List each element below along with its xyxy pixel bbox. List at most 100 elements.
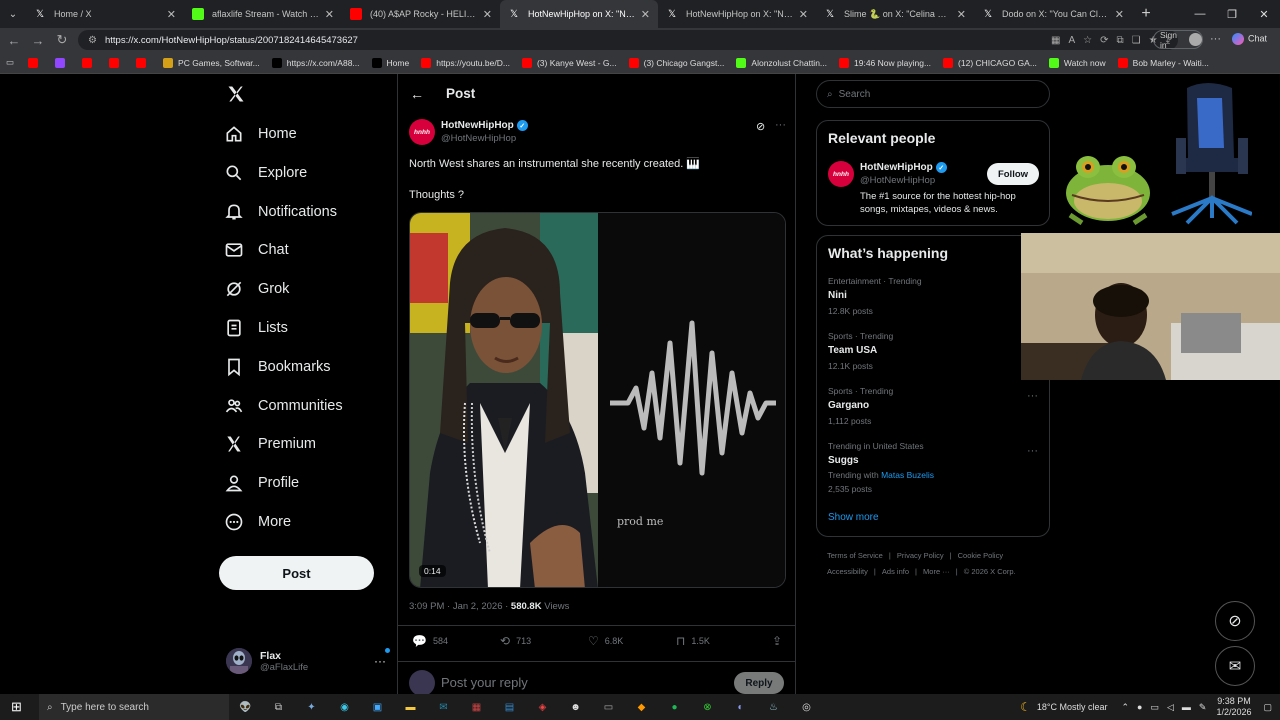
app-icon-2[interactable]: ▤ bbox=[493, 694, 526, 720]
bookmarks-menu-icon[interactable]: ▭ bbox=[6, 57, 14, 68]
back-button[interactable]: ← bbox=[2, 28, 26, 52]
browser-tab[interactable]: aflaxlife Stream - Watch Live on Kick ✕ bbox=[184, 0, 342, 28]
forward-button[interactable]: → bbox=[26, 28, 50, 52]
footer-link[interactable]: Ads info bbox=[882, 567, 909, 576]
grok-explain-icon[interactable]: ⊘ bbox=[756, 120, 765, 133]
taskbar-search[interactable]: ⌕ Type here to search bbox=[39, 694, 229, 720]
xbox-icon[interactable]: ⊗ bbox=[691, 694, 724, 720]
browser-tab[interactable]: 𝕏 Dodo on X: "You Can Clearly Tell T ✕ bbox=[974, 0, 1132, 28]
nav-item-more[interactable]: More bbox=[224, 512, 291, 532]
post-button[interactable]: Post bbox=[219, 556, 374, 590]
file-explorer-icon[interactable]: ▬ bbox=[394, 694, 427, 720]
app-icon-3[interactable]: ◈ bbox=[526, 694, 559, 720]
nav-item-notifications[interactable]: Notifications bbox=[224, 202, 337, 222]
battery-icon[interactable]: ▬ bbox=[1182, 702, 1191, 712]
bookmark-item[interactable]: https://youtu.be/D... bbox=[421, 57, 510, 68]
author-name-row[interactable]: HotNewHipHop ✓ bbox=[441, 120, 528, 131]
bookmark-item[interactable] bbox=[136, 57, 151, 68]
account-switcher[interactable]: Flax @aFlaxLife ··· bbox=[226, 646, 390, 676]
copilot-icon[interactable]: ✦ bbox=[295, 694, 328, 720]
task-view-icon[interactable]: ⧉ bbox=[262, 694, 295, 720]
nav-item-bookmarks[interactable]: Bookmarks bbox=[224, 357, 331, 377]
trending-with-link[interactable]: Matas Buzelis bbox=[881, 470, 934, 480]
close-tab-icon[interactable]: ✕ bbox=[167, 8, 176, 21]
post-video[interactable]: prod me 0:14 bbox=[409, 212, 786, 588]
bookmark-item[interactable] bbox=[82, 57, 97, 68]
extensions-icon[interactable]: ⧉ bbox=[1117, 35, 1124, 46]
app-icon-6[interactable]: ◆ bbox=[625, 694, 658, 720]
follow-button[interactable]: Follow bbox=[987, 163, 1039, 185]
refresh-page-icon[interactable]: ⟳ bbox=[1100, 35, 1108, 46]
nav-item-chat[interactable]: Chat bbox=[224, 240, 289, 260]
weather-text[interactable]: 18°C Mostly clear bbox=[1037, 702, 1108, 712]
author-avatar[interactable]: hnhh bbox=[409, 119, 435, 145]
account-more-icon[interactable]: ··· bbox=[374, 648, 390, 668]
footer-link[interactable]: Privacy Policy bbox=[897, 551, 944, 560]
maximize-button[interactable]: ❐ bbox=[1216, 0, 1248, 28]
browser-tab[interactable]: (40) A$AP Rocky - HELICOPTER ✕ bbox=[342, 0, 500, 28]
app-icon-5[interactable]: ▭ bbox=[592, 694, 625, 720]
nav-item-grok[interactable]: Grok bbox=[224, 279, 289, 299]
notifications-icon[interactable]: ▢ bbox=[1263, 702, 1272, 713]
close-tab-icon[interactable]: ✕ bbox=[325, 8, 334, 21]
search-input[interactable]: ⌕ Search bbox=[816, 80, 1050, 108]
read-aloud-icon[interactable]: A bbox=[1068, 35, 1075, 46]
messages-float-button[interactable]: ✉ bbox=[1215, 646, 1255, 686]
like-action[interactable]: ♡ 6.8K bbox=[588, 634, 676, 648]
bookmark-item[interactable]: Watch now bbox=[1048, 57, 1106, 68]
browser-menu-icon[interactable]: ··· bbox=[1210, 33, 1221, 45]
site-info-icon[interactable]: ⚙ bbox=[88, 35, 97, 46]
reply-action[interactable]: 💬 584 bbox=[412, 634, 500, 648]
show-more-link[interactable]: Show more bbox=[828, 512, 879, 523]
nav-item-communities[interactable]: Communities bbox=[224, 396, 343, 416]
tab-search-icon[interactable]: ⌄ bbox=[0, 0, 26, 28]
close-tab-icon[interactable]: ✕ bbox=[483, 8, 492, 21]
pen-icon[interactable]: ✎ bbox=[1199, 702, 1207, 713]
browser-tab[interactable]: 𝕏 Slime 🐍 on X: "Celina Powell EXP ✕ bbox=[816, 0, 974, 28]
nav-item-home[interactable]: Home bbox=[224, 124, 297, 144]
app-icon[interactable]: ▦ bbox=[460, 694, 493, 720]
bookmark-item[interactable]: Home bbox=[371, 57, 409, 68]
minimize-button[interactable]: — bbox=[1184, 0, 1216, 28]
x-logo-icon[interactable] bbox=[226, 84, 246, 109]
footer-link[interactable]: Terms of Service bbox=[827, 551, 883, 560]
post-more-icon[interactable]: ··· bbox=[775, 119, 786, 131]
trend-more-icon[interactable]: ··· bbox=[1027, 390, 1038, 402]
bookmark-item[interactable] bbox=[28, 57, 43, 68]
bookmark-item[interactable] bbox=[109, 57, 124, 68]
person-name-row[interactable]: HotNewHipHop ✓ bbox=[860, 162, 947, 173]
post-timestamp[interactable]: 3:09 PM · Jan 2, 2026 · bbox=[409, 601, 511, 612]
close-tab-icon[interactable]: ✕ bbox=[641, 8, 650, 21]
close-tab-icon[interactable]: ✕ bbox=[957, 8, 966, 21]
close-tab-icon[interactable]: ✕ bbox=[799, 8, 808, 21]
alien-app-icon[interactable]: 👽 bbox=[229, 694, 262, 720]
obs-icon[interactable]: ◎ bbox=[790, 694, 823, 720]
store-icon[interactable]: ▣ bbox=[361, 694, 394, 720]
browser-tab[interactable]: 𝕏 HotNewHipHop on X: "North West ✕ bbox=[658, 0, 816, 28]
outlook-icon[interactable]: ✉ bbox=[427, 694, 460, 720]
discord-icon[interactable]: ◐ bbox=[724, 694, 757, 720]
footer-link[interactable]: More ··· bbox=[923, 567, 950, 576]
new-tab-button[interactable]: + bbox=[1132, 5, 1160, 23]
sign-in-button[interactable]: Sign in bbox=[1153, 30, 1203, 50]
grok-float-button[interactable]: ⊘ bbox=[1215, 601, 1255, 641]
trend-more-icon[interactable]: ··· bbox=[1027, 445, 1038, 457]
nav-item-profile[interactable]: Profile bbox=[224, 473, 299, 493]
close-tab-icon[interactable]: ✕ bbox=[1115, 8, 1124, 21]
bookmark-item[interactable] bbox=[55, 57, 70, 68]
spotify-icon[interactable]: ● bbox=[658, 694, 691, 720]
mic-icon[interactable]: ● bbox=[1137, 702, 1142, 712]
volume-icon[interactable]: ◁ bbox=[1167, 702, 1174, 713]
reply-button[interactable]: Reply bbox=[734, 672, 784, 694]
url-bar[interactable]: ⚙ https://x.com/HotNewHipHop/status/2007… bbox=[78, 30, 1178, 50]
back-arrow-icon[interactable]: ← bbox=[410, 86, 424, 102]
nav-item-lists[interactable]: Lists bbox=[224, 318, 288, 338]
bookmark-item[interactable]: (3) Chicago Gangst... bbox=[628, 57, 724, 68]
copilot-chat-button[interactable]: Chat bbox=[1232, 33, 1267, 45]
person-avatar[interactable]: hnhh bbox=[828, 161, 854, 187]
network-icon[interactable]: ▭ bbox=[1150, 702, 1159, 713]
bookmark-item[interactable]: (3) Kanye West - G... bbox=[521, 57, 617, 68]
bookmark-item[interactable]: 19:46 Now playing... bbox=[839, 57, 931, 68]
nav-item-explore[interactable]: Explore bbox=[224, 163, 307, 183]
footer-link[interactable]: Accessibility bbox=[827, 567, 868, 576]
